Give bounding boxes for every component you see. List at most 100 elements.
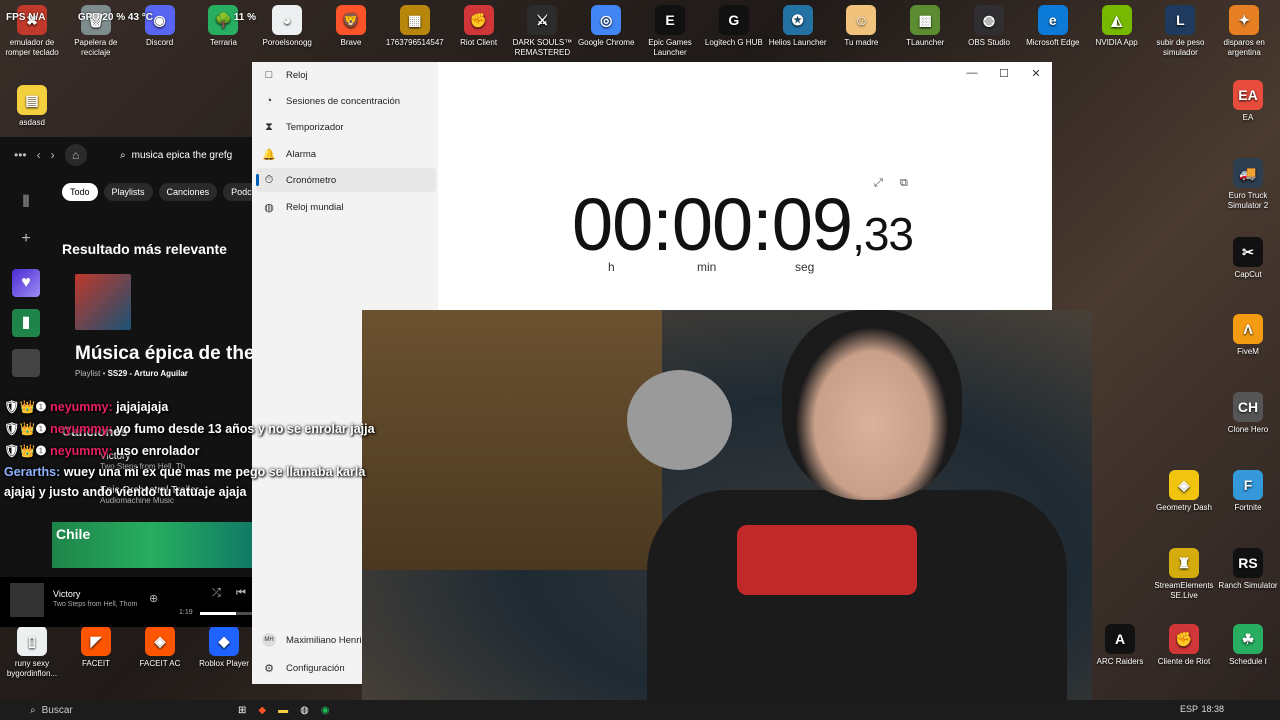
chat-message: 🛡👑❶ neyummy: yo fumo desde 13 años y no …: [4, 420, 384, 438]
spotify-search[interactable]: ⌕ musica epica the grefg: [120, 143, 260, 167]
desktop-icon[interactable]: ◕ Poroelsonogg: [255, 5, 319, 48]
app-icon: ▦: [399, 5, 430, 35]
hourglass-icon: ⧗: [265, 120, 273, 133]
app-icon: ☘: [1233, 624, 1263, 654]
task-view-icon[interactable]: ⊞: [238, 705, 246, 716]
clock-app-icon: □: [265, 69, 273, 81]
playlist-thumb[interactable]: [12, 349, 40, 377]
brave-taskbar-icon[interactable]: ◆: [258, 705, 266, 716]
desktop-icon[interactable]: ▤ asdasd: [0, 85, 64, 128]
desktop-icon[interactable]: ✦ disparos en argentina: [1212, 5, 1276, 58]
add-icon[interactable]: +: [12, 229, 40, 257]
chat-message: 🛡👑❶ neyummy: jajajajaja: [4, 396, 384, 418]
playlist-owner[interactable]: SS29 - Arturo Aguilar: [108, 369, 188, 378]
home-icon[interactable]: ⌂: [64, 144, 87, 166]
now-playing-artist[interactable]: Two Steps from Hell, Thom: [53, 601, 137, 608]
desktop-icon[interactable]: ▩ TLauncher: [893, 5, 957, 48]
spotify-taskbar-icon[interactable]: ◉: [321, 705, 330, 716]
nav-item-timer[interactable]: ⧗ Temporizador: [256, 115, 436, 139]
desktop-icon[interactable]: G Logitech G HUB: [702, 5, 766, 48]
close-button[interactable]: ✕: [1020, 62, 1052, 84]
desktop-icon[interactable]: ✊ Riot Client: [447, 5, 511, 48]
app-icon: CH: [1233, 392, 1263, 422]
desktop-icon[interactable]: ✊ Cliente de Riot: [1152, 624, 1216, 667]
back-icon[interactable]: ‹: [37, 148, 41, 162]
desktop-icon[interactable]: ♜ StreamElements SE.Live: [1152, 548, 1216, 601]
desktop-icon[interactable]: ◆ Roblox Player: [192, 626, 256, 669]
nav-label: Sesiones de concentración: [286, 95, 401, 107]
filter-chips: Todo Playlists Canciones Podcast: [62, 183, 272, 201]
maximize-button[interactable]: ☐: [988, 62, 1020, 84]
desktop-icon[interactable]: 🦁 Brave: [319, 5, 383, 48]
playlist-cover[interactable]: [75, 274, 131, 330]
stopwatch-centiseconds: ,33: [852, 208, 914, 260]
add-to-library-icon[interactable]: ⊕: [149, 592, 158, 605]
liked-songs-icon[interactable]: ♥: [12, 269, 40, 297]
desktop-icon[interactable]: ✪ Helios Launcher: [766, 5, 830, 48]
now-playing-cover[interactable]: [10, 583, 44, 617]
progress-bar[interactable]: [200, 612, 252, 615]
performance-hud: FPS N/A GPU 20 % 43 °C 11 %: [6, 12, 256, 23]
desktop-icon[interactable]: ◍ OBS Studio: [957, 5, 1021, 48]
unit-minutes: min: [697, 260, 717, 274]
nav-item-stopwatch[interactable]: ⏱ Cronómetro: [256, 168, 436, 192]
desktop-icon[interactable]: RS Ranch Simulator: [1216, 548, 1280, 591]
desktop-icon[interactable]: ☺ Tu madre: [829, 5, 893, 48]
desktop-icon[interactable]: 🚚 Euro Truck Simulator 2: [1216, 158, 1280, 211]
desktop-icon[interactable]: ▦ 1763796514547: [383, 5, 447, 48]
nav-item-world-clock[interactable]: ◍ Reloj mundial: [256, 195, 436, 219]
previous-icon[interactable]: ⏮: [236, 587, 246, 600]
desktop-icon[interactable]: ◈ FACEIT AC: [128, 626, 192, 669]
desktop-icon[interactable]: ◈ Geometry Dash: [1152, 470, 1216, 513]
desktop-icon[interactable]: ⚔ DARK SOULS™ REMASTERED: [510, 5, 574, 58]
library-icon[interactable]: ⫴: [12, 189, 40, 217]
saved-episodes-icon[interactable]: ▮: [12, 309, 40, 337]
chat-badges: 🛡👑❶: [4, 422, 47, 436]
webcam-shirt-print: [737, 525, 917, 595]
desktop-icon[interactable]: A ARC Raiders: [1088, 624, 1152, 667]
promo-banner[interactable]: Chile: [52, 522, 252, 568]
desktop-icon[interactable]: ◤ FACEIT: [64, 626, 128, 669]
nav-item-focus-sessions[interactable]: ◔ Sesiones de concentración: [256, 89, 436, 113]
now-playing-title[interactable]: Victory: [53, 589, 80, 599]
forward-icon[interactable]: ›: [51, 148, 55, 162]
chip-playlists[interactable]: Playlists: [103, 183, 153, 201]
webcam-feed: [362, 310, 1092, 720]
chip-todo[interactable]: Todo: [62, 183, 98, 201]
desktop-icon[interactable]: ◭ NVIDIA App: [1085, 5, 1149, 48]
desktop-icon[interactable]: F Fortnite: [1216, 470, 1280, 513]
taskbar-clock[interactable]: 18:38: [1201, 704, 1224, 714]
search-input[interactable]: musica epica the grefg: [132, 150, 233, 161]
shuffle-icon[interactable]: ⤮: [212, 587, 221, 600]
taskbar-search[interactable]: ⌕ Buscar: [0, 705, 190, 716]
desktop-icon[interactable]: e Microsoft Edge: [1021, 5, 1085, 48]
more-icon[interactable]: •••: [14, 148, 27, 162]
desktop-icon[interactable]: ▯ runy sexy bygordinflon...: [0, 626, 64, 679]
app-icon: RS: [1233, 548, 1263, 578]
obs-taskbar-icon[interactable]: ◍: [300, 705, 309, 716]
playlist-title[interactable]: Música épica de theg: [75, 343, 252, 365]
chat-message: Gerarths: wuey una mi ex que mas me pego…: [4, 462, 384, 502]
desktop-icon[interactable]: ◎ Google Chrome: [574, 5, 638, 48]
spotify-library-rail: ⫴ + ♥ ▮: [0, 177, 52, 397]
explorer-taskbar-icon[interactable]: ▬: [278, 705, 288, 716]
desktop-icon[interactable]: Λ FiveM: [1216, 314, 1280, 357]
desktop-icon-label: ARC Raiders: [1096, 657, 1144, 666]
nav-label: Configuración: [286, 662, 345, 674]
desktop-icon[interactable]: ✂ CapCut: [1216, 237, 1280, 280]
desktop-icon-label: Discord: [146, 38, 174, 47]
nav-item-reloj[interactable]: □ Reloj: [256, 63, 436, 87]
desktop-icon[interactable]: ☘ Schedule I: [1216, 624, 1280, 667]
playlist-meta: Playlist • SS29 - Arturo Aguilar: [75, 369, 188, 378]
desktop-icon[interactable]: Lsubir de peso simulador: [1148, 5, 1212, 58]
desktop-icon[interactable]: EA EA: [1216, 80, 1280, 123]
taskbar-search-label: Buscar: [41, 704, 73, 716]
desktop-icon-label: DARK SOULS™ REMASTERED: [512, 38, 573, 57]
desktop-icon[interactable]: E Epic Games Launcher: [638, 5, 702, 58]
desktop-icon[interactable]: CH Clone Hero: [1216, 392, 1280, 435]
chip-canciones[interactable]: Canciones: [158, 183, 218, 201]
language-indicator[interactable]: ESP: [1180, 704, 1198, 714]
minimize-button[interactable]: —: [956, 62, 988, 84]
nav-item-alarm[interactable]: 🔔 Alarma: [256, 142, 436, 166]
app-icon: ◆: [209, 626, 239, 656]
